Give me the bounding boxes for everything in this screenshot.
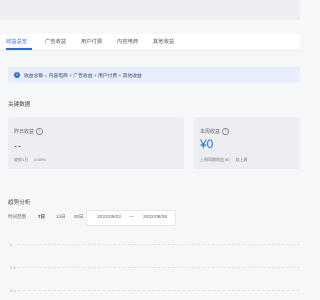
card-value: ¥0 <box>200 137 214 151</box>
tab-user-payment[interactable]: 用户付费 <box>81 37 102 45</box>
date-start: 2022/08/02 <box>97 215 122 220</box>
time-range-label: 时间范围 <box>8 214 26 219</box>
card-yesterday-revenue: 昨日收益? -- 较前1日 0.00% <box>8 117 184 169</box>
card-compare: 上周同期收益 ¥0 较上周 <box>200 157 248 162</box>
date-range-picker[interactable]: 2022/08/02 — 2022/08/08 <box>86 210 176 226</box>
tab-ad-revenue[interactable]: 广告收益 <box>45 37 66 45</box>
tab-revenue-overview[interactable]: 收益总览 <box>6 37 27 45</box>
date-separator: — <box>129 215 134 220</box>
card-compare: 较前1日 0.00% <box>14 157 46 162</box>
tab-other-revenue[interactable]: 其他收益 <box>153 37 174 45</box>
help-icon[interactable]: ? <box>36 128 43 135</box>
info-icon: i <box>14 72 20 78</box>
help-icon[interactable]: ? <box>222 128 229 135</box>
card-week-revenue: 本周收益? ¥0 上周同期收益 ¥0 较上周 <box>194 117 300 169</box>
key-data-title: 关键数据 <box>8 102 31 108</box>
y-axis-tick: 1 <box>10 242 13 247</box>
card-value: -- <box>14 141 22 151</box>
y-axis-tick: 0.6 <box>10 288 16 293</box>
tab-content-ecommerce[interactable]: 内容电商 <box>117 37 138 45</box>
y-axis-tick: 0.8 <box>10 265 16 270</box>
active-tab-indicator <box>6 48 32 50</box>
revenue-tabs: 收益总览 广告收益 用户付费 内容电商 其他收益 <box>0 34 300 51</box>
top-bar <box>0 0 300 20</box>
card-label: 本周收益? <box>200 128 229 135</box>
trend-title: 趋势分析 <box>8 200 31 206</box>
date-end: 2022/08/08 <box>143 215 168 220</box>
filter-14-days[interactable]: 14日 <box>56 214 66 220</box>
gridline <box>18 267 300 268</box>
revenue-formula-notice: i 收益总额 = 内容电商 + 广告收益 + 用户付费 + 其他收益 <box>8 67 300 83</box>
gridline <box>18 290 300 291</box>
gridline <box>18 244 300 245</box>
card-label: 昨日收益? <box>14 128 43 135</box>
filter-30-days[interactable]: 30日 <box>74 214 84 220</box>
notice-text: 收益总额 = 内容电商 + 广告收益 + 用户付费 + 其他收益 <box>24 74 142 79</box>
filter-7-days[interactable]: 7日 <box>38 214 45 220</box>
